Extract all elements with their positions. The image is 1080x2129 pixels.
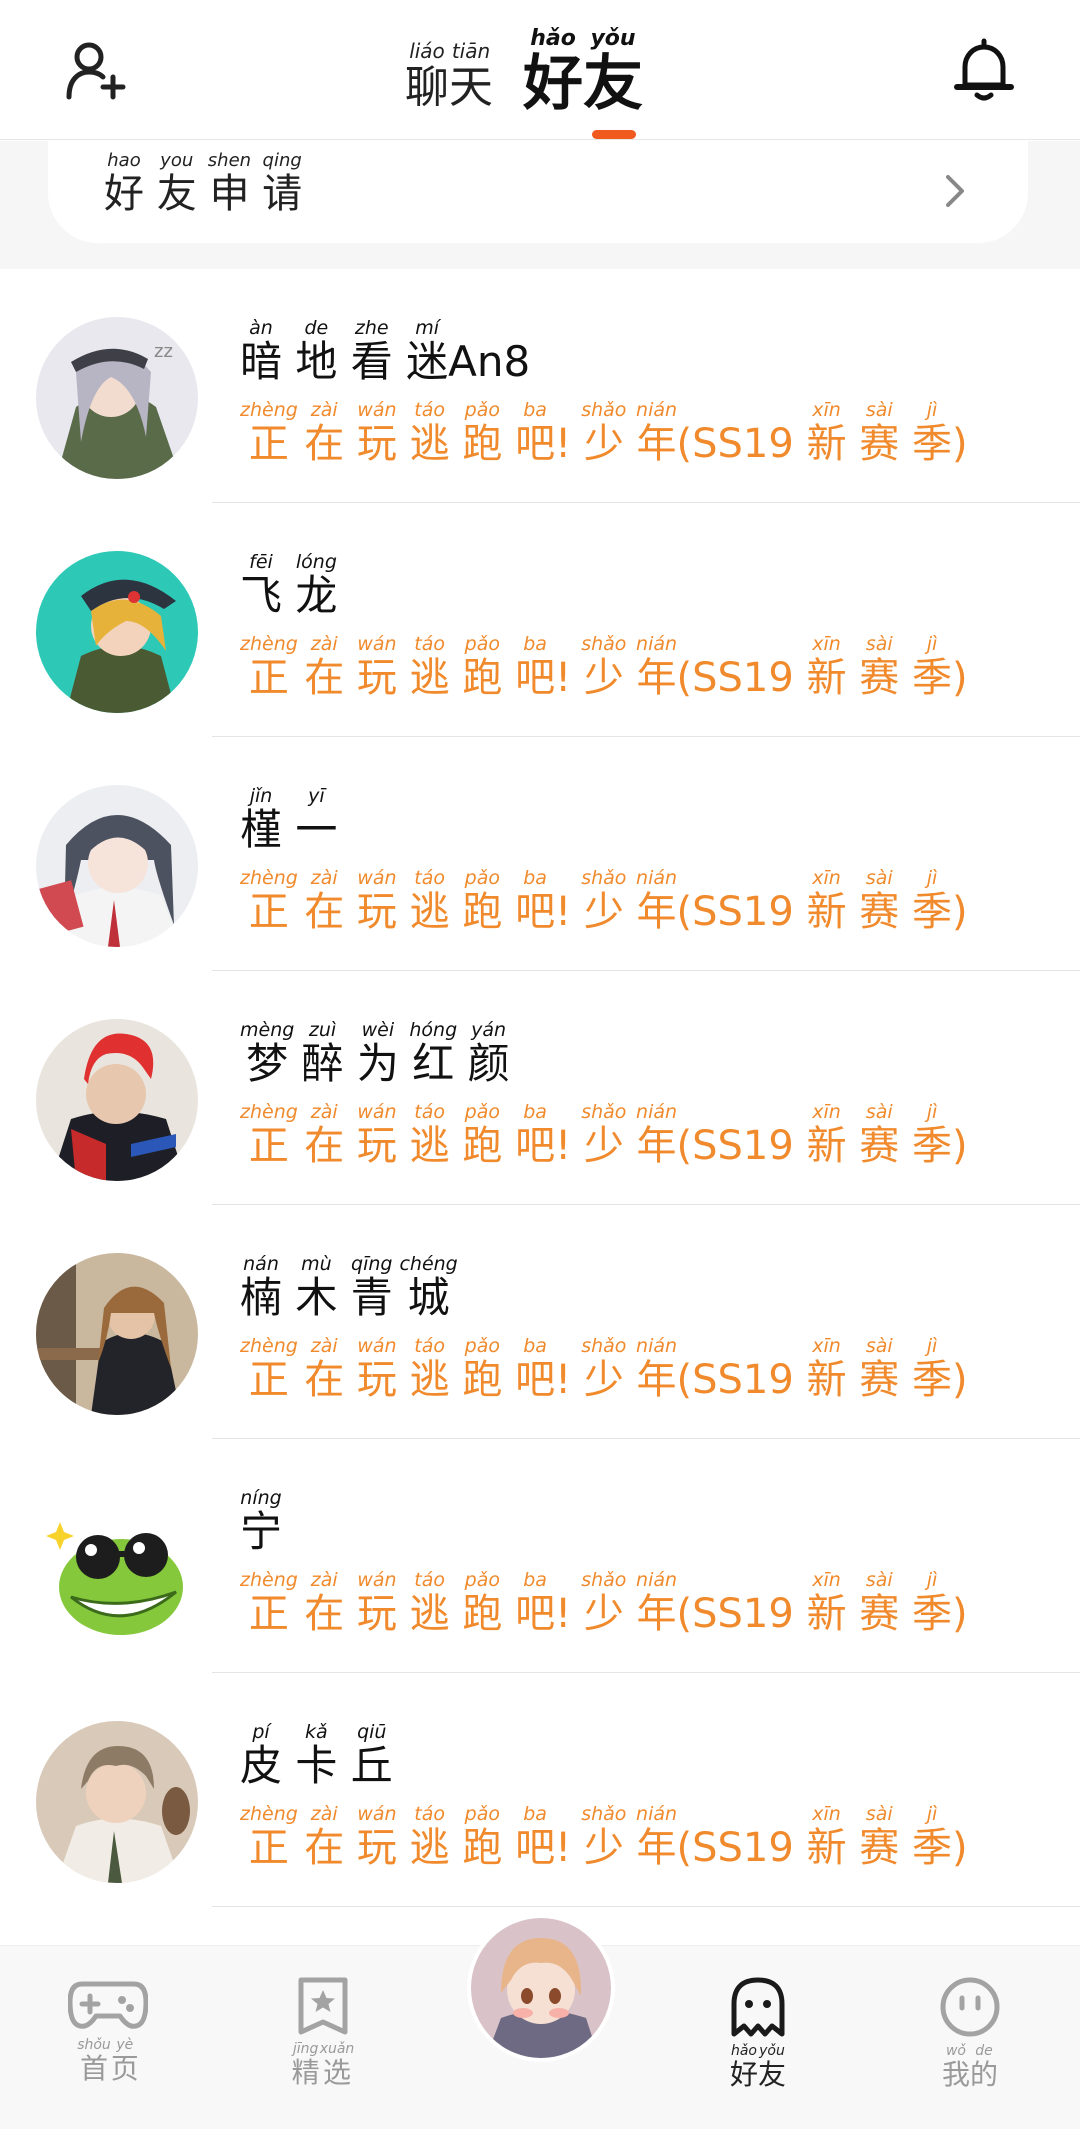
header-tabs: 聊liáo天tiān 好hǎo友yǒu <box>405 18 705 128</box>
friend-request-card[interactable]: 好hao 友you 申shen 请qing <box>48 141 1028 243</box>
smiley-icon <box>940 1977 1000 2037</box>
avatar <box>36 1721 198 1883</box>
avatar <box>36 1487 198 1649</box>
friend-status: 正zhèng 在zài 玩wán 逃táo 跑pǎo 吧ba! 少shǎo 年n… <box>240 1803 968 1871</box>
avatar <box>36 1019 198 1181</box>
tab-chat[interactable]: 聊liáo天tiān <box>405 39 493 128</box>
nav-friends-label: 好hǎo友yǒu <box>729 2043 787 2091</box>
friend-name: 暗àn 地de 看zhe 迷míAn8 <box>240 317 531 386</box>
add-friend-icon <box>66 42 126 100</box>
active-tab-indicator <box>592 130 636 139</box>
nav-featured-label: 精jīng选xuǎn <box>291 2041 355 2089</box>
friend-status: 正zhèng 在zài 玩wán 逃táo 跑pǎo 吧ba! 少shǎo 年n… <box>240 399 968 467</box>
friend-name: 皮pí 卡kǎ 丘qiū <box>240 1721 393 1790</box>
friend-row[interactable]: 梦mèng 醉zuì 为wèi 红hóng 颜yán 正zhèng 在zài 玩… <box>0 971 1080 1205</box>
friend-name: 宁níng <box>240 1487 283 1556</box>
nav-home[interactable]: 首shǒu页yè <box>38 1976 178 2083</box>
row-divider <box>212 1906 1080 1907</box>
friend-request-section: 好hao 友you 申shen 请qing <box>0 141 1080 269</box>
friend-row[interactable]: 楠nán 木mù 青qīng 城chéng 正zhèng 在zài 玩wán 逃… <box>0 1205 1080 1439</box>
friend-name: 梦mèng 醉zuì 为wèi 红hóng 颜yán <box>240 1019 510 1088</box>
star-bookmark-icon <box>298 1977 348 2035</box>
chevron-right-icon <box>946 175 964 207</box>
friend-name: 飞fēi 龙lóng <box>240 551 338 620</box>
nav-me[interactable]: 我wǒ的de <box>900 1976 1040 2089</box>
avatar: zz <box>36 317 198 479</box>
friend-row[interactable]: 宁níng 正zhèng 在zài 玩wán 逃táo 跑pǎo 吧ba! 少s… <box>0 1439 1080 1673</box>
avatar <box>471 1918 611 2058</box>
friend-status: 正zhèng 在zài 玩wán 逃táo 跑pǎo 吧ba! 少shǎo 年n… <box>240 1335 968 1403</box>
tab-friends[interactable]: 好hǎo友yǒu <box>523 26 643 128</box>
add-friend-button[interactable] <box>60 34 132 106</box>
ghost-icon <box>731 1977 785 2037</box>
nav-friends[interactable]: 好hǎo友yǒu <box>688 1976 828 2104</box>
friend-request-label: 好hao 友you 申shen 请qing <box>104 150 303 217</box>
friend-status: 正zhèng 在zài 玩wán 逃táo 跑pǎo 吧ba! 少shǎo 年n… <box>240 867 968 935</box>
top-bar: 聊liáo天tiān 好hǎo友yǒu <box>0 0 1080 140</box>
nav-featured[interactable]: 精jīng选xuǎn <box>253 1976 393 2087</box>
nav-home-label: 首shǒu页yè <box>77 2037 139 2085</box>
friend-list: zz 暗àn 地de 看zhe 迷míAn8 正zhèng 在zài 玩wán … <box>0 269 1080 1907</box>
nav-me-label: 我wǒ的de <box>941 2043 999 2091</box>
bottom-nav: 首shǒu页yè 精jīng选xuǎn 好hǎo友yǒu 我wǒ的de <box>0 1914 1080 2129</box>
friend-name: 槿jǐn 一yī <box>240 785 338 854</box>
friend-status: 正zhèng 在zài 玩wán 逃táo 跑pǎo 吧ba! 少shǎo 年n… <box>240 633 968 701</box>
gamepad-icon <box>68 1981 148 2029</box>
friend-name: 楠nán 木mù 青qīng 城chéng <box>240 1253 458 1322</box>
avatar <box>36 551 198 713</box>
avatar <box>36 785 198 947</box>
friend-row[interactable]: 皮pí 卡kǎ 丘qiū 正zhèng 在zài 玩wán 逃táo 跑pǎo … <box>0 1673 1080 1907</box>
friend-row[interactable]: 飞fēi 龙lóng 正zhèng 在zài 玩wán 逃táo 跑pǎo 吧b… <box>0 503 1080 737</box>
friend-status: 正zhèng 在zài 玩wán 逃táo 跑pǎo 吧ba! 少shǎo 年n… <box>240 1101 968 1169</box>
notifications-button[interactable] <box>948 34 1020 106</box>
friend-row[interactable]: 槿jǐn 一yī 正zhèng 在zài 玩wán 逃táo 跑pǎo 吧ba!… <box>0 737 1080 971</box>
avatar <box>36 1253 198 1415</box>
nav-profile-avatar[interactable] <box>467 1914 615 2062</box>
svg-text:zz: zz <box>154 341 173 362</box>
friend-status: 正zhèng 在zài 玩wán 逃táo 跑pǎo 吧ba! 少shǎo 年n… <box>240 1569 968 1637</box>
friend-row[interactable]: zz 暗àn 地de 看zhe 迷míAn8 正zhèng 在zài 玩wán … <box>0 269 1080 503</box>
bell-icon <box>954 38 1014 101</box>
